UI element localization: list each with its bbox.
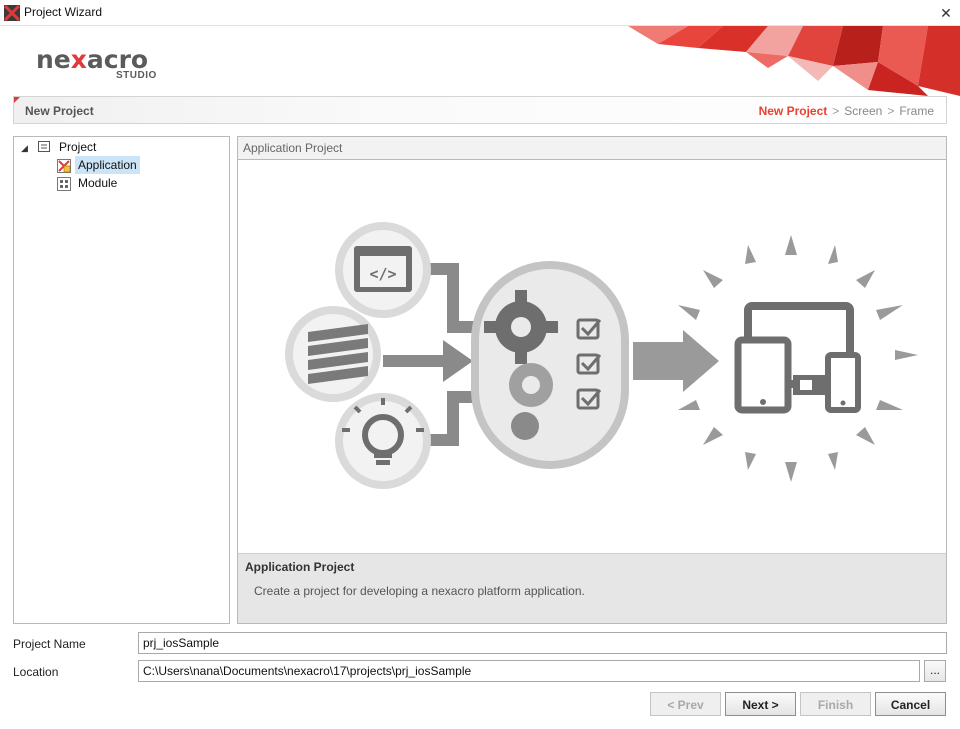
lightbulb-icon xyxy=(335,393,431,489)
application-icon xyxy=(57,159,71,173)
tree-item-label: Project xyxy=(59,140,97,154)
tree-item-module[interactable]: Module xyxy=(75,174,120,192)
module-icon xyxy=(57,177,71,191)
app-icon xyxy=(4,5,20,21)
wizard-step-bar: New Project New Project > Screen > Frame xyxy=(13,96,947,124)
description-text: Create a project for developing a nexacr… xyxy=(254,584,585,598)
step-screen: Screen xyxy=(844,104,883,118)
svg-text:</>: </> xyxy=(369,265,396,283)
process-capsule-icon xyxy=(471,261,629,469)
decorative-polygon-graphic xyxy=(628,26,960,96)
nexacro-logo: nexacro STUDIO xyxy=(36,45,157,81)
project-detail-panel: Application Project </> Application Proj… xyxy=(237,136,947,624)
next-button[interactable]: Next > xyxy=(725,692,796,716)
code-icon: </> xyxy=(335,222,431,318)
browse-button[interactable]: ... xyxy=(924,660,946,682)
step-separator: > xyxy=(832,104,840,118)
window-title: Project Wizard xyxy=(24,5,103,19)
application-project-illustration: </> xyxy=(285,222,918,489)
tree-item-application[interactable]: Application xyxy=(75,156,140,174)
step-new-project: New Project xyxy=(758,104,828,118)
title-bar: Project Wizard ✕ xyxy=(0,0,960,26)
big-arrow-icon xyxy=(633,330,719,392)
step-breadcrumb: New Project > Screen > Frame xyxy=(759,104,934,118)
project-type-tree[interactable]: ◢ Project Application Module xyxy=(13,136,230,624)
tree-item-project[interactable]: Project xyxy=(56,138,99,156)
corner-marker xyxy=(14,97,20,103)
collapse-arrow-icon[interactable]: ◢ xyxy=(21,143,28,154)
project-name-input[interactable] xyxy=(138,632,947,654)
prev-button[interactable]: < Prev xyxy=(650,692,721,716)
cancel-button[interactable]: Cancel xyxy=(875,692,946,716)
close-icon[interactable]: ✕ xyxy=(932,0,960,26)
location-input[interactable] xyxy=(138,660,920,682)
description-title: Application Project xyxy=(245,560,355,574)
location-label: Location xyxy=(13,665,59,679)
finish-button[interactable]: Finish xyxy=(800,692,871,716)
layers-icon xyxy=(285,306,381,402)
banner: nexacro STUDIO xyxy=(0,26,960,96)
tree-item-label: Application xyxy=(75,156,140,174)
arrow-right-icon xyxy=(383,340,473,382)
devices-icon xyxy=(734,302,861,414)
project-icon xyxy=(38,141,50,152)
step-frame: Frame xyxy=(899,104,934,118)
page-title: New Project xyxy=(25,104,94,118)
step-separator: > xyxy=(887,104,895,118)
project-name-label: Project Name xyxy=(13,637,86,651)
tree-item-label: Module xyxy=(78,176,118,190)
description-box: Application Project Create a project for… xyxy=(238,553,946,623)
panel-header: Application Project xyxy=(238,137,946,160)
